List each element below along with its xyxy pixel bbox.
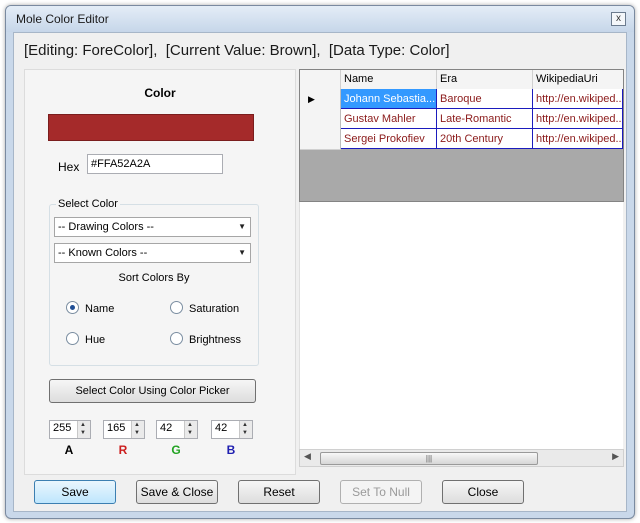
radio-unselected-icon bbox=[170, 301, 183, 314]
scroll-right-icon[interactable]: ▶ bbox=[612, 451, 619, 462]
data-grid[interactable]: Name Era WikipediaUri ▶ Johann Sebastia.… bbox=[299, 69, 624, 202]
drawing-colors-dropdown[interactable]: -- Drawing Colors -- ▼ bbox=[54, 217, 251, 237]
chevron-down-icon: ▼ bbox=[238, 248, 246, 257]
table-cell[interactable]: http://en.wikiped... bbox=[533, 109, 623, 129]
spin-up-icon[interactable]: ▲ bbox=[242, 422, 248, 428]
current-row-arrow-icon: ▶ bbox=[308, 94, 315, 104]
data-type-label: [Data Type: Color] bbox=[328, 42, 450, 59]
spin-up-icon[interactable]: ▲ bbox=[134, 422, 140, 428]
grid-header: Name Era WikipediaUri bbox=[300, 70, 623, 90]
current-value-label: [Current Value: Brown], bbox=[165, 42, 321, 59]
mole-color-editor-window: Mole Color Editor x [Editing: ForeColor]… bbox=[5, 5, 635, 519]
grid-corner-header bbox=[300, 70, 341, 89]
sort-by-name-label: Name bbox=[85, 303, 115, 315]
red-spin-buttons[interactable]: ▲ ▼ bbox=[131, 421, 144, 438]
radio-selected-icon bbox=[66, 301, 79, 314]
title-bar: Mole Color Editor x bbox=[6, 6, 634, 32]
chevron-down-icon: ▼ bbox=[238, 222, 246, 231]
table-cell[interactable]: http://en.wikiped... bbox=[533, 89, 623, 109]
spin-up-icon[interactable]: ▲ bbox=[187, 422, 193, 428]
table-cell[interactable]: Baroque bbox=[437, 89, 533, 109]
table-cell[interactable]: Gustav Mahler bbox=[341, 109, 437, 129]
spin-down-icon[interactable]: ▼ bbox=[187, 430, 193, 436]
horizontal-scrollbar[interactable]: ◀ ||| ▶ bbox=[299, 449, 624, 467]
green-stepper[interactable]: 42 ▲ ▼ bbox=[156, 420, 198, 439]
known-colors-value: -- Known Colors -- bbox=[58, 247, 148, 259]
spin-down-icon[interactable]: ▼ bbox=[80, 430, 86, 436]
green-spin-buttons[interactable]: ▲ ▼ bbox=[184, 421, 197, 438]
sort-by-hue-label: Hue bbox=[85, 334, 106, 346]
sort-by-saturation-radio[interactable]: Saturation bbox=[170, 301, 239, 315]
sort-colors-label: Sort Colors By bbox=[118, 272, 190, 284]
scrollbar-thumb[interactable]: ||| bbox=[320, 452, 538, 465]
sort-by-brightness-label: Brightness bbox=[189, 334, 241, 346]
set-to-null-button[interactable]: Set To Null bbox=[340, 480, 422, 504]
alpha-stepper[interactable]: 255 ▲ ▼ bbox=[49, 420, 91, 439]
column-header-era[interactable]: Era bbox=[437, 70, 533, 89]
known-colors-dropdown[interactable]: -- Known Colors -- ▼ bbox=[54, 243, 251, 263]
sort-by-brightness-radio[interactable]: Brightness bbox=[170, 332, 241, 346]
alpha-spin-buttons[interactable]: ▲ ▼ bbox=[77, 421, 90, 438]
editing-label: [Editing: ForeColor], bbox=[24, 42, 158, 59]
window-title: Mole Color Editor bbox=[16, 12, 109, 26]
green-label: G bbox=[171, 443, 181, 457]
blue-value: 42 bbox=[215, 422, 228, 434]
window-close-button[interactable]: x bbox=[611, 12, 626, 26]
drawing-colors-value: -- Drawing Colors -- bbox=[58, 221, 154, 233]
blue-label: B bbox=[226, 443, 236, 457]
blue-stepper[interactable]: 42 ▲ ▼ bbox=[211, 420, 253, 439]
red-label: R bbox=[118, 443, 128, 457]
sort-by-saturation-label: Saturation bbox=[189, 303, 240, 315]
save-close-button[interactable]: Save & Close bbox=[136, 480, 218, 504]
table-cell[interactable]: Late-Romantic bbox=[437, 109, 533, 129]
color-swatch bbox=[48, 114, 254, 141]
color-picker-button[interactable]: Select Color Using Color Picker bbox=[49, 379, 256, 403]
select-color-group: Select Color -- Drawing Colors -- ▼ -- K… bbox=[49, 198, 259, 366]
header-info: [Editing: ForeColor], [Current Value: Br… bbox=[24, 42, 450, 59]
column-header-wikipediauri[interactable]: WikipediaUri bbox=[533, 70, 623, 89]
spin-down-icon[interactable]: ▼ bbox=[134, 430, 140, 436]
reset-button[interactable]: Reset bbox=[238, 480, 320, 504]
radio-unselected-icon bbox=[170, 332, 183, 345]
row-header[interactable]: ▶ bbox=[300, 89, 341, 110]
red-value: 165 bbox=[107, 422, 126, 434]
save-button[interactable]: Save bbox=[34, 480, 116, 504]
alpha-value: 255 bbox=[53, 422, 72, 434]
close-button[interactable]: Close bbox=[442, 480, 524, 504]
alpha-label: A bbox=[64, 443, 74, 457]
spin-down-icon[interactable]: ▼ bbox=[242, 430, 248, 436]
column-header-name[interactable]: Name bbox=[341, 70, 437, 89]
hex-input[interactable]: #FFA52A2A bbox=[87, 154, 223, 174]
hex-label: Hex bbox=[58, 160, 80, 174]
color-panel-title: Color bbox=[144, 86, 176, 100]
radio-unselected-icon bbox=[66, 332, 79, 345]
row-header[interactable] bbox=[300, 129, 341, 150]
select-color-title: Select Color bbox=[56, 198, 120, 210]
table-cell[interactable]: Johann Sebastia... bbox=[341, 89, 437, 109]
red-stepper[interactable]: 165 ▲ ▼ bbox=[103, 420, 145, 439]
green-value: 42 bbox=[160, 422, 173, 434]
client-area: [Editing: ForeColor], [Current Value: Br… bbox=[13, 32, 627, 512]
sort-by-name-radio[interactable]: Name bbox=[66, 301, 114, 315]
table-cell[interactable]: http://en.wikiped... bbox=[533, 129, 623, 149]
spin-up-icon[interactable]: ▲ bbox=[80, 422, 86, 428]
blue-spin-buttons[interactable]: ▲ ▼ bbox=[239, 421, 252, 438]
sort-by-hue-radio[interactable]: Hue bbox=[66, 332, 105, 346]
scroll-left-icon[interactable]: ◀ bbox=[304, 451, 311, 462]
row-header[interactable] bbox=[300, 109, 341, 130]
color-panel: Color Hex #FFA52A2A Select Color -- Draw… bbox=[24, 69, 296, 475]
table-cell[interactable]: 20th Century bbox=[437, 129, 533, 149]
table-cell[interactable]: Sergei Prokofiev bbox=[341, 129, 437, 149]
grid-empty-area bbox=[299, 201, 623, 451]
